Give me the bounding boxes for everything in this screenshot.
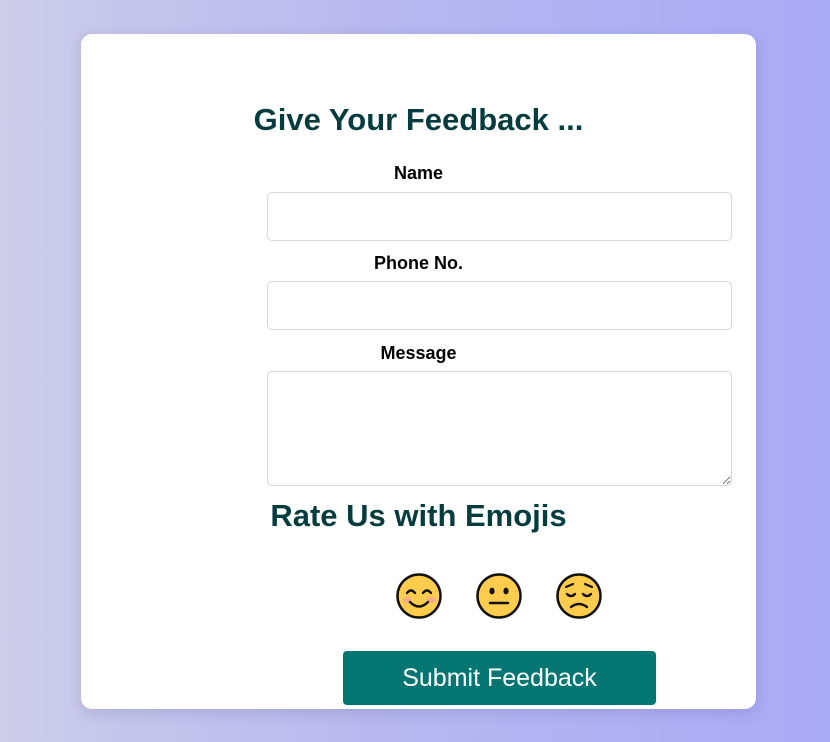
name-label: Name — [393, 163, 444, 183]
neutral-face-icon — [476, 573, 522, 619]
message-field[interactable] — [267, 371, 732, 486]
phone-field[interactable] — [267, 281, 732, 330]
smiling-face-icon — [396, 573, 442, 619]
emoji-rating-group — [81, 572, 756, 620]
rating-option-neutral[interactable] — [475, 572, 523, 620]
message-label: Message — [380, 343, 457, 363]
rating-title: Rate Us with Emojis — [270, 498, 567, 533]
name-field[interactable] — [267, 192, 732, 241]
rating-option-happy[interactable] — [395, 572, 443, 620]
form-title: Give Your Feedback ... — [253, 102, 584, 137]
feedback-card: Give Your Feedback ... Name Phone No. Me… — [81, 34, 756, 709]
rating-option-sad[interactable] — [555, 572, 603, 620]
pensive-face-icon — [556, 573, 602, 619]
phone-label: Phone No. — [374, 253, 463, 273]
submit-feedback-button[interactable]: Submit Feedback — [343, 651, 656, 705]
